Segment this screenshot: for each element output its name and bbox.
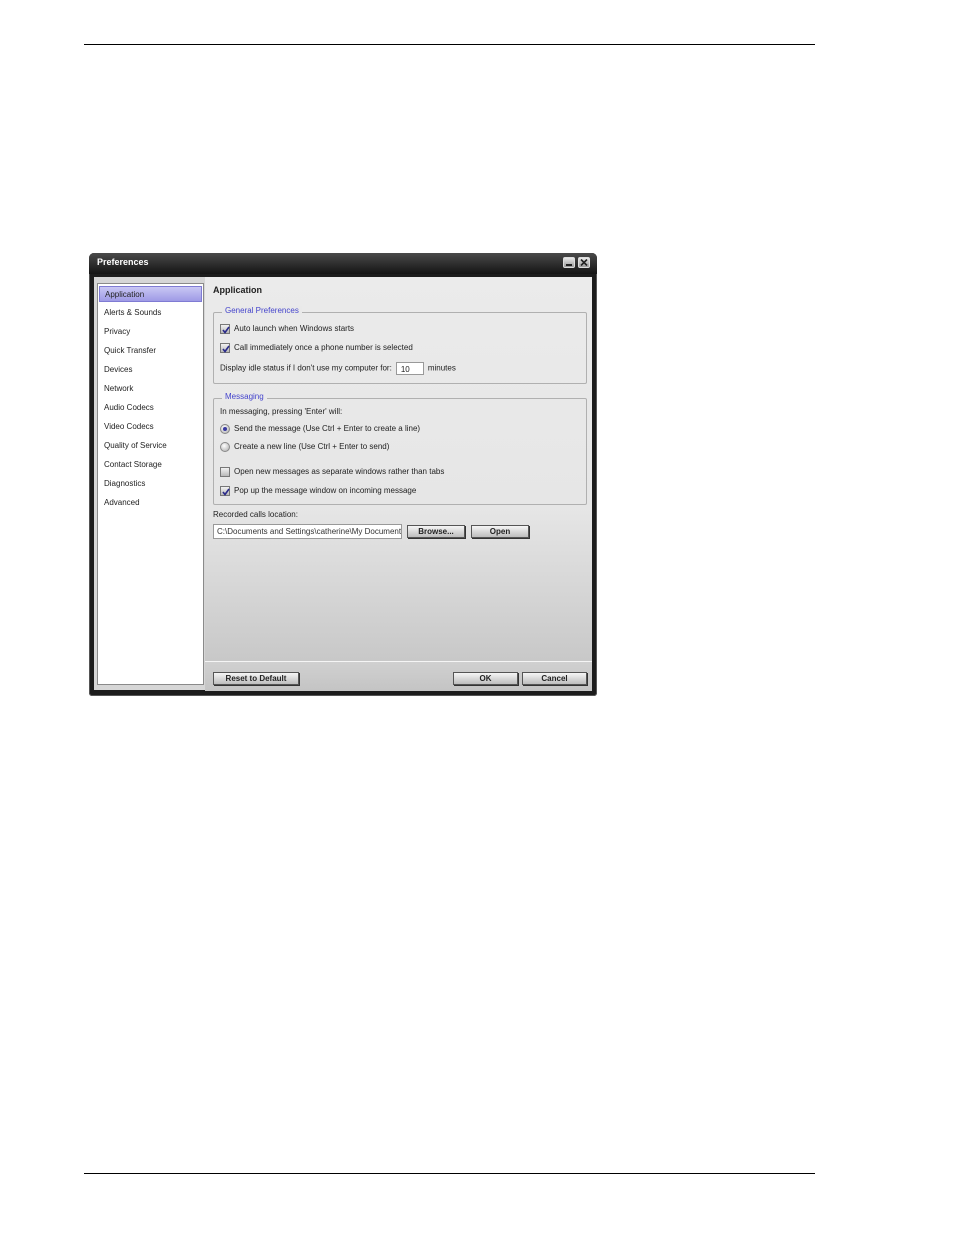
sidebar-item-quality-of-service[interactable]: Quality of Service [99, 438, 202, 454]
minimize-icon[interactable] [563, 257, 575, 268]
popup-checkbox[interactable] [220, 486, 230, 496]
general-preferences-legend: General Preferences [222, 306, 302, 315]
page-header-rule [84, 44, 815, 45]
sidebar-item-video-codecs[interactable]: Video Codecs [99, 419, 202, 435]
sidebar-item-advanced[interactable]: Advanced [99, 495, 202, 511]
sidebar-item-alerts-sounds[interactable]: Alerts & Sounds [99, 305, 202, 321]
page-title: Application [213, 285, 262, 295]
page-footer-rule [84, 1173, 815, 1174]
call-immediately-checkbox[interactable] [220, 343, 230, 353]
new-line-label: Create a new line (Use Ctrl + Enter to s… [234, 442, 390, 452]
separate-windows-option[interactable]: Open new messages as separate windows ra… [220, 467, 444, 477]
auto-launch-label: Auto launch when Windows starts [234, 324, 355, 334]
messaging-group: Messaging In messaging, pressing 'Enter'… [213, 392, 587, 505]
sidebar-item-diagnostics[interactable]: Diagnostics [99, 476, 202, 492]
sidebar-item-devices[interactable]: Devices [99, 362, 202, 378]
recorded-calls-label: Recorded calls location: [213, 510, 298, 519]
dialog-footer: Reset to Default OK Cancel [205, 661, 592, 691]
close-icon[interactable] [578, 257, 590, 268]
popup-label: Pop up the message window on incoming me… [234, 486, 417, 496]
ok-button[interactable]: OK [453, 672, 518, 685]
separate-windows-checkbox[interactable] [220, 467, 230, 477]
browse-button[interactable]: Browse... [407, 525, 465, 538]
separate-windows-label: Open new messages as separate windows ra… [234, 467, 445, 477]
idle-minutes-input[interactable]: 10 [395, 362, 424, 375]
sidebar-item-network[interactable]: Network [99, 381, 202, 397]
dialog-client-area: Application Alerts & Sounds Privacy Quic… [94, 277, 592, 691]
auto-launch-checkbox[interactable] [220, 324, 230, 334]
enter-key-label: In messaging, pressing 'Enter' will: [220, 407, 343, 416]
idle-status-label: Display idle status if I don't use my co… [220, 363, 392, 373]
sidebar-item-application[interactable]: Application [99, 286, 202, 302]
new-line-radio[interactable] [220, 442, 230, 452]
sidebar-item-privacy[interactable]: Privacy [99, 324, 202, 340]
send-message-label: Send the message (Use Ctrl + Enter to cr… [234, 424, 421, 434]
send-message-radio[interactable] [220, 424, 230, 434]
call-immediately-label: Call immediately once a phone number is … [234, 343, 413, 353]
auto-launch-option[interactable]: Auto launch when Windows starts [220, 324, 354, 334]
general-preferences-group: General Preferences Auto launch when Win… [213, 306, 587, 384]
sidebar-item-contact-storage[interactable]: Contact Storage [99, 457, 202, 473]
call-immediately-option[interactable]: Call immediately once a phone number is … [220, 343, 413, 353]
preferences-window: Preferences Application Alerts & Sounds … [89, 253, 597, 696]
sidebar-item-quick-transfer[interactable]: Quick Transfer [99, 343, 202, 359]
messaging-legend: Messaging [222, 392, 267, 401]
cancel-button[interactable]: Cancel [522, 672, 587, 685]
popup-option[interactable]: Pop up the message window on incoming me… [220, 486, 416, 496]
reset-to-default-button[interactable]: Reset to Default [213, 672, 299, 685]
category-sidebar: Application Alerts & Sounds Privacy Quic… [97, 283, 204, 685]
open-button[interactable]: Open [471, 525, 529, 538]
idle-status-row: Display idle status if I don't use my co… [220, 362, 456, 375]
idle-unit-label: minutes [427, 363, 456, 373]
title-bar[interactable]: Preferences [89, 253, 597, 274]
sidebar-item-audio-codecs[interactable]: Audio Codecs [99, 400, 202, 416]
recorded-calls-path-input[interactable]: C:\Documents and Settings\catherine\My D… [213, 524, 402, 539]
send-message-option[interactable]: Send the message (Use Ctrl + Enter to cr… [220, 424, 420, 434]
window-title: Preferences [97, 257, 149, 267]
new-line-option[interactable]: Create a new line (Use Ctrl + Enter to s… [220, 442, 389, 452]
settings-panel: Application General Preferences Auto lau… [205, 277, 592, 661]
